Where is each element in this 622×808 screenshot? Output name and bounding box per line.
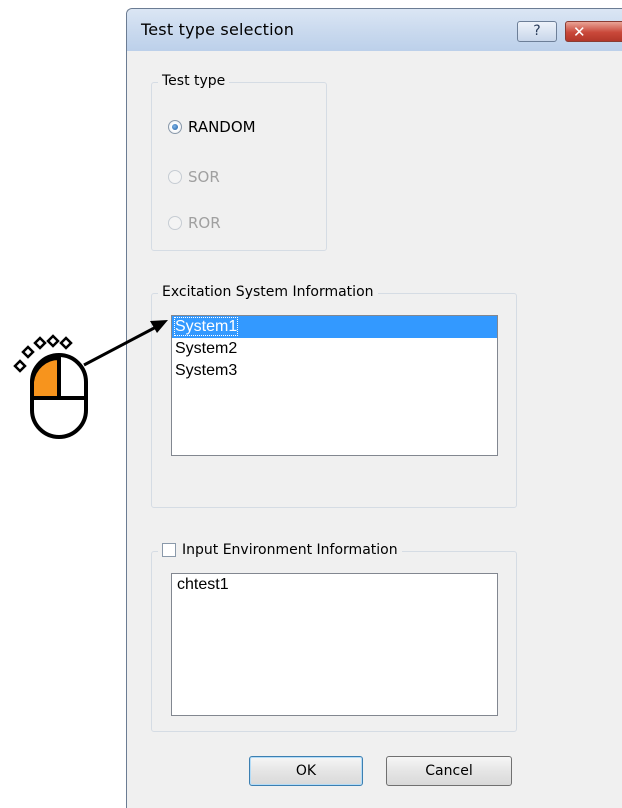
list-item-chtest1[interactable]: chtest1 — [172, 574, 497, 596]
input-env-label: Input Environment Information — [182, 542, 398, 558]
dialog-window: Test type selection ? ✕ Test type RANDOM… — [126, 8, 622, 808]
title-bar[interactable]: Test type selection ? ✕ — [127, 9, 622, 51]
input-env-checkbox[interactable] — [162, 543, 176, 557]
radio-random[interactable]: RANDOM — [168, 117, 256, 137]
list-item-system3[interactable]: System3 — [172, 360, 497, 382]
close-icon: ✕ — [573, 23, 586, 41]
input-env-legend[interactable]: Input Environment Information — [158, 542, 402, 558]
radio-random-button[interactable] — [168, 120, 182, 134]
list-item-system1[interactable]: System1 — [172, 316, 497, 338]
ok-button[interactable]: OK — [249, 756, 363, 786]
radio-ror-button[interactable] — [168, 216, 182, 230]
dialog-title: Test type selection — [141, 20, 295, 39]
help-button[interactable]: ? — [517, 21, 557, 42]
radio-random-label: RANDOM — [188, 118, 256, 136]
radio-sor-label: SOR — [188, 168, 220, 186]
mouse-left-click-icon — [13, 334, 88, 439]
input-env-listbox[interactable]: chtest1 — [171, 573, 498, 716]
help-icon: ? — [533, 23, 541, 39]
close-button[interactable]: ✕ — [565, 21, 622, 42]
excitation-listbox[interactable]: System1 System2 System3 — [171, 315, 498, 456]
test-type-legend: Test type — [158, 73, 230, 89]
input-env-group: Input Environment Information chtest1 — [151, 542, 517, 732]
radio-sor[interactable]: SOR — [168, 167, 220, 187]
list-item-system2[interactable]: System2 — [172, 338, 497, 360]
cancel-button[interactable]: Cancel — [386, 756, 512, 786]
radio-sor-button[interactable] — [168, 170, 182, 184]
excitation-group: Excitation System Information System1 Sy… — [151, 284, 517, 508]
radio-ror[interactable]: ROR — [168, 213, 221, 233]
dialog-content: Test type RANDOM SOR ROR Excitation Syst… — [127, 51, 622, 808]
excitation-legend: Excitation System Information — [158, 284, 378, 300]
test-type-group: Test type RANDOM SOR ROR — [151, 73, 327, 251]
radio-ror-label: ROR — [188, 214, 221, 232]
